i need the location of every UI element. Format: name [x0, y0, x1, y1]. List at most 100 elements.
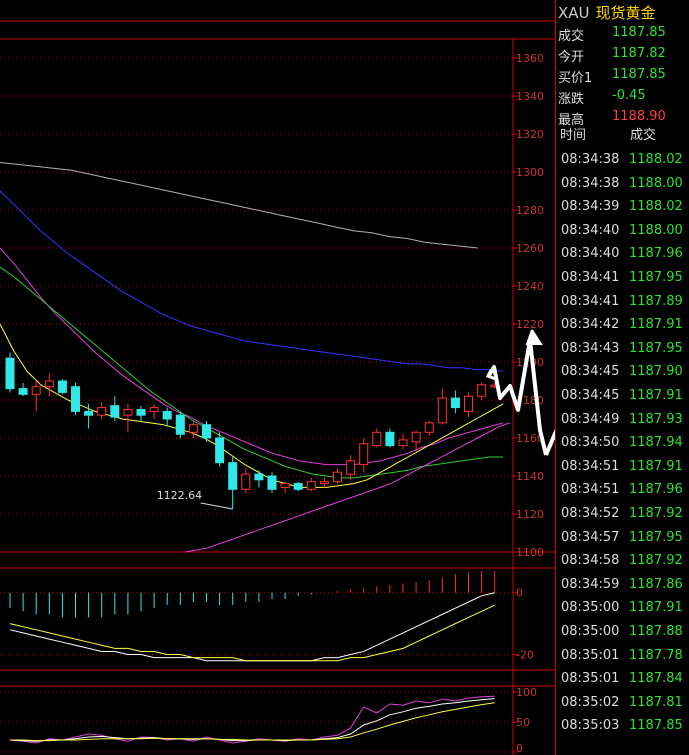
quote-value: 1187.85: [612, 25, 666, 40]
tick-price: 1188.02: [629, 152, 683, 167]
candle-body: [123, 409, 133, 416]
candle-body: [228, 462, 238, 490]
tick-row: 08:34:45 1187.90: [556, 360, 689, 383]
tick-price: 1187.95: [629, 340, 683, 356]
tick-row: 08:34:51 1187.91: [556, 455, 689, 478]
quote-value: -0.45: [612, 88, 646, 103]
quote-value: 1187.85: [612, 67, 666, 82]
tick-row: 08:35:00 1187.88: [556, 620, 689, 643]
tick-time: 08:34:49: [561, 411, 620, 427]
candle-body: [162, 410, 172, 420]
candle-body: [333, 471, 342, 483]
kdj-line: [9, 698, 495, 742]
tick-row: 08:35:01 1187.84: [556, 667, 689, 690]
candle-body: [18, 388, 28, 395]
ma-line: [0, 162, 479, 249]
quote-value: 1188.90: [612, 109, 666, 124]
candle-body: [319, 481, 329, 485]
tick-time: 08:35:01: [561, 671, 620, 687]
candle-body: [372, 431, 382, 447]
tick-price: 1187.95: [629, 529, 683, 545]
candle-body: [44, 380, 54, 388]
tick-price: 1188.02: [629, 199, 683, 215]
tick-time: 08:34:39: [561, 199, 620, 215]
tick-time: 08:34:45: [561, 388, 620, 403]
tick-price: 1187.91: [629, 600, 683, 616]
tick-price: 1187.91: [629, 458, 683, 474]
tick-time: 08:34:51: [561, 482, 620, 498]
tick-price: 1187.94: [629, 435, 683, 451]
candle-body: [57, 380, 67, 393]
candle-body: [398, 439, 408, 447]
quote-row: 买价1 1187.85: [556, 65, 689, 86]
tick-time: 08:34:42: [561, 317, 620, 333]
tick-row: 08:35:02 1187.81: [556, 691, 689, 714]
tick-row: 08:34:40 1187.96: [556, 242, 689, 265]
tick-time: 08:34:59: [561, 576, 620, 592]
tick-row: 08:34:43 1187.95: [556, 337, 689, 360]
tick-price: 1187.84: [629, 671, 683, 687]
tick-time: 08:34:51: [561, 458, 620, 474]
quote-row: 涨跌 -0.45: [556, 86, 689, 107]
candle-body: [241, 473, 251, 490]
tick-price: 1187.96: [629, 246, 683, 262]
macd-dea-line: [9, 604, 495, 662]
tick-row: 08:34:51 1187.96: [556, 478, 689, 501]
candle-body: [464, 395, 473, 412]
tick-time: 08:34:40: [561, 246, 620, 262]
candle-body: [31, 386, 41, 395]
candle-body: [293, 483, 303, 490]
tick-time: 08:34:43: [561, 340, 620, 356]
tick-time: 08:34:38: [561, 175, 620, 191]
tick-time: 08:34:45: [561, 364, 620, 380]
tick-price: 1187.78: [629, 647, 683, 663]
tick-price: 1187.91: [629, 317, 683, 333]
min-pointer: [200, 502, 233, 510]
tick-row: 08:34:40 1188.00: [556, 219, 689, 242]
tick-row: 08:35:01 1187.78: [556, 644, 689, 667]
tick-row: 08:35:00 1187.91: [556, 596, 689, 619]
chart-area: 1100112011401160118012001220124012601280…: [0, 20, 555, 755]
annotation-arrowhead: [525, 329, 543, 345]
quote-label: 成交: [558, 29, 585, 44]
y-tick-label: 1360: [516, 52, 544, 65]
y-tick-label: 1320: [516, 128, 544, 141]
tick-row: 08:34:38 1188.00: [556, 172, 689, 195]
tick-time: 08:34:52: [561, 506, 620, 521]
quote-label: 今开: [558, 50, 585, 65]
tick-price: 1187.89: [629, 293, 683, 309]
min-price-label: 1122.64: [157, 489, 203, 502]
quote-row: 成交 1187.85: [556, 23, 689, 44]
tick-price: 1187.95: [629, 270, 683, 285]
quote-value: 1187.82: [612, 46, 666, 61]
tick-time: 08:34:50: [561, 435, 620, 451]
candle-body: [306, 481, 316, 490]
tick-row: 08:34:38 1188.02: [556, 148, 689, 171]
y-tick-label: 100: [516, 686, 537, 699]
tick-time: 08:35:00: [561, 600, 620, 616]
candle-body: [477, 384, 487, 397]
candle-body: [5, 357, 15, 390]
y-tick-label: 0: [516, 742, 523, 755]
candle-body: [346, 460, 356, 475]
y-tick-label: 1140: [516, 470, 544, 483]
tick-time: 08:34:57: [561, 529, 620, 545]
tick-time: 08:34:38: [561, 152, 620, 167]
tick-price: 1187.90: [629, 364, 683, 380]
tick-time: 08:35:02: [561, 694, 620, 710]
y-tick-label: 1340: [516, 90, 544, 103]
candle-body: [175, 414, 185, 435]
kdj-line: [9, 695, 495, 744]
tick-row: 08:34:52 1187.92: [556, 502, 689, 525]
candle-body: [437, 397, 447, 424]
tick-price: 1187.81: [629, 694, 683, 710]
macd-dif-line: [9, 592, 495, 662]
ma-line: [0, 190, 504, 372]
candle-body: [188, 424, 198, 433]
candle-body: [97, 407, 107, 416]
candle-body: [136, 409, 146, 416]
y-tick-label: 50: [516, 716, 530, 729]
candle-body: [202, 424, 211, 439]
tick-time: 08:35:00: [561, 624, 620, 639]
quote-label: 买价1: [558, 71, 593, 86]
